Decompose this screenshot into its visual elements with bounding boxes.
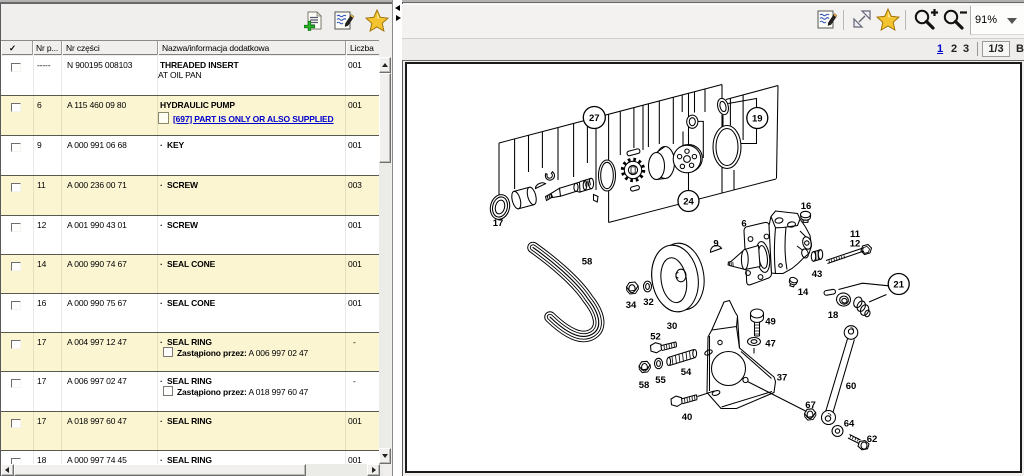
svg-text:67: 67	[805, 400, 816, 411]
svg-text:30: 30	[667, 321, 678, 332]
svg-text:32: 32	[643, 297, 654, 308]
svg-text:43: 43	[812, 269, 823, 280]
svg-text:9: 9	[713, 239, 718, 250]
svg-text:64: 64	[844, 419, 855, 430]
svg-text:6: 6	[741, 219, 746, 230]
svg-text:52: 52	[650, 332, 661, 343]
svg-text:17: 17	[493, 218, 504, 229]
svg-text:47: 47	[765, 339, 776, 350]
svg-text:12: 12	[850, 239, 861, 250]
svg-text:55: 55	[655, 375, 666, 386]
svg-text:54: 54	[681, 367, 692, 378]
svg-text:58: 58	[639, 380, 650, 391]
svg-text:21: 21	[893, 280, 904, 291]
svg-text:16: 16	[801, 201, 812, 212]
svg-text:18: 18	[828, 310, 839, 321]
svg-text:24: 24	[683, 197, 694, 208]
svg-text:40: 40	[682, 412, 693, 423]
svg-text:37: 37	[777, 373, 788, 384]
svg-text:49: 49	[765, 317, 776, 328]
svg-text:27: 27	[589, 113, 600, 124]
svg-text:62: 62	[867, 434, 878, 445]
svg-text:34: 34	[626, 300, 637, 311]
svg-text:14: 14	[798, 287, 809, 298]
svg-text:19: 19	[752, 114, 763, 125]
svg-text:60: 60	[846, 381, 857, 392]
svg-text:58: 58	[582, 257, 593, 268]
